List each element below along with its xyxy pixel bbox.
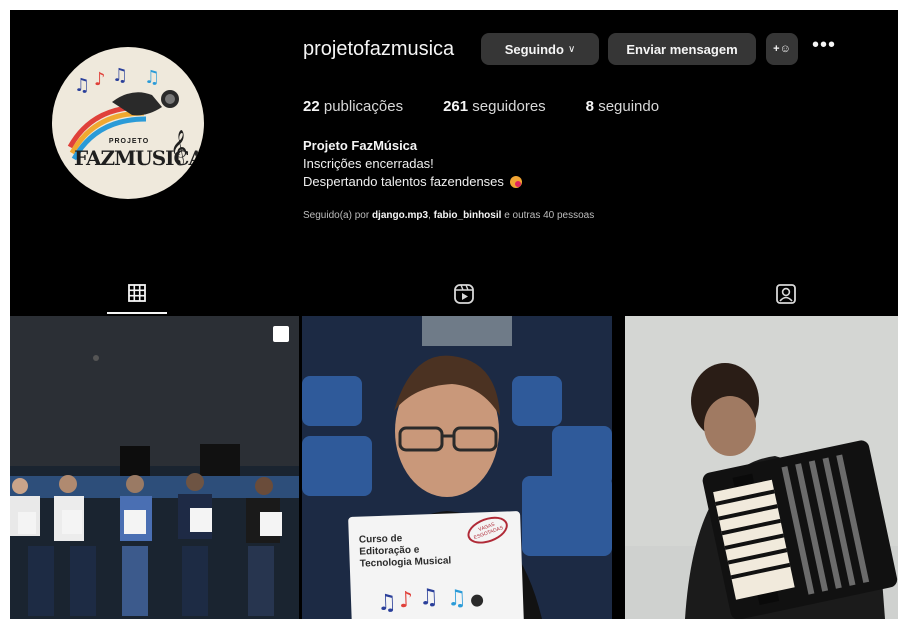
followed-by-separator: , xyxy=(428,210,431,221)
svg-text:♪: ♪ xyxy=(399,588,414,613)
posts-number: 22 xyxy=(303,98,320,115)
reels-icon xyxy=(454,284,474,304)
chevron-down-icon: ∨ xyxy=(567,43,576,55)
course-book: Curso de Editoração e Tecnologia Musical… xyxy=(348,511,524,619)
book-logo-notes-icon: ♫ ♪ ♫ ♫ xyxy=(377,585,484,616)
svg-text:♫: ♫ xyxy=(74,75,90,96)
followers-count[interactable]: 261 seguidores xyxy=(443,98,546,115)
following-count[interactable]: 8 seguindo xyxy=(586,98,659,115)
profile-tabs xyxy=(10,274,898,314)
profile-username: projetofazmusica xyxy=(303,38,455,60)
post-thumbnail-3[interactable] xyxy=(625,316,898,619)
more-options-icon[interactable]: ••• xyxy=(812,34,836,57)
grid-icon xyxy=(128,284,146,302)
tagged-icon xyxy=(776,284,796,304)
logo-music-notes-microphone-icon: ♫ ♪ ♫ ♫ 𝄞 xyxy=(67,65,188,166)
bio-line-2-text: Despertando talentos fazendenses xyxy=(303,174,504,189)
following-number: 8 xyxy=(585,98,595,115)
followers-label: seguidores xyxy=(472,98,546,115)
profile-stats: 22 publicações 261 seguidores 8 seguindo xyxy=(303,98,699,115)
send-message-button[interactable]: Enviar mensagem xyxy=(608,33,756,65)
posts-count[interactable]: 22 publicações xyxy=(303,98,403,115)
tab-reels[interactable] xyxy=(434,274,494,314)
emoji-icon xyxy=(509,176,522,188)
followed-by[interactable]: Seguido(a) por django.mp3, fabio_binhosi… xyxy=(303,210,594,221)
profile-avatar[interactable]: ♫ ♪ ♫ ♫ 𝄞 PROJETO FAZMUSICA xyxy=(52,47,204,199)
svg-text:♫: ♫ xyxy=(419,585,440,611)
followers-number: 261 xyxy=(443,98,469,115)
followed-by-suffix: e outras 40 pessoas xyxy=(504,210,595,221)
logo-text-projeto: PROJETO xyxy=(108,138,150,145)
bio-name: Projeto FazMúsica xyxy=(303,138,418,153)
tab-tagged[interactable] xyxy=(756,274,816,314)
following-button[interactable]: Seguindo ∨ xyxy=(481,33,599,65)
following-button-label: Seguindo xyxy=(504,41,564,57)
bio-line-2: Despertando talentos fazendenses xyxy=(303,174,522,189)
add-person-icon[interactable]: +☺ xyxy=(766,33,798,65)
post-thumbnail-2[interactable]: Curso de Editoração e Tecnologia Musical… xyxy=(302,316,612,619)
posts-label: publicações xyxy=(323,98,404,115)
tab-posts[interactable] xyxy=(107,274,167,314)
followed-by-user-2[interactable]: fabio_binhosil xyxy=(434,210,502,221)
post-thumbnail-1[interactable] xyxy=(10,316,299,619)
followed-by-prefix: Seguido(a) por xyxy=(303,210,370,221)
book-stamp: VAGAS ESGOTADAS xyxy=(463,511,512,549)
followed-by-user-1[interactable]: django.mp3 xyxy=(372,210,428,221)
posts-grid: Curso de Editoração e Tecnologia Musical… xyxy=(10,316,898,619)
svg-text:♪: ♪ xyxy=(94,69,106,90)
svg-text:♫: ♫ xyxy=(144,67,160,88)
bio-line-1: Inscrições encerradas! xyxy=(303,156,434,171)
book-title: Curso de Editoração e Tecnologia Musical xyxy=(358,533,452,570)
post-image-group-photo xyxy=(10,316,299,619)
logo-text-fazmusica: FAZMUSICA xyxy=(74,146,204,170)
svg-text:♫: ♫ xyxy=(112,65,128,86)
svg-text:♫: ♫ xyxy=(377,590,398,616)
post-image-accordion-player xyxy=(625,316,898,619)
multiple-photos-icon xyxy=(273,326,289,342)
following-label: seguindo xyxy=(598,98,660,115)
profile-page: ♫ ♪ ♫ ♫ 𝄞 PROJETO FAZMUSICA projetofazmu… xyxy=(10,10,898,619)
svg-text:♫: ♫ xyxy=(447,586,468,612)
